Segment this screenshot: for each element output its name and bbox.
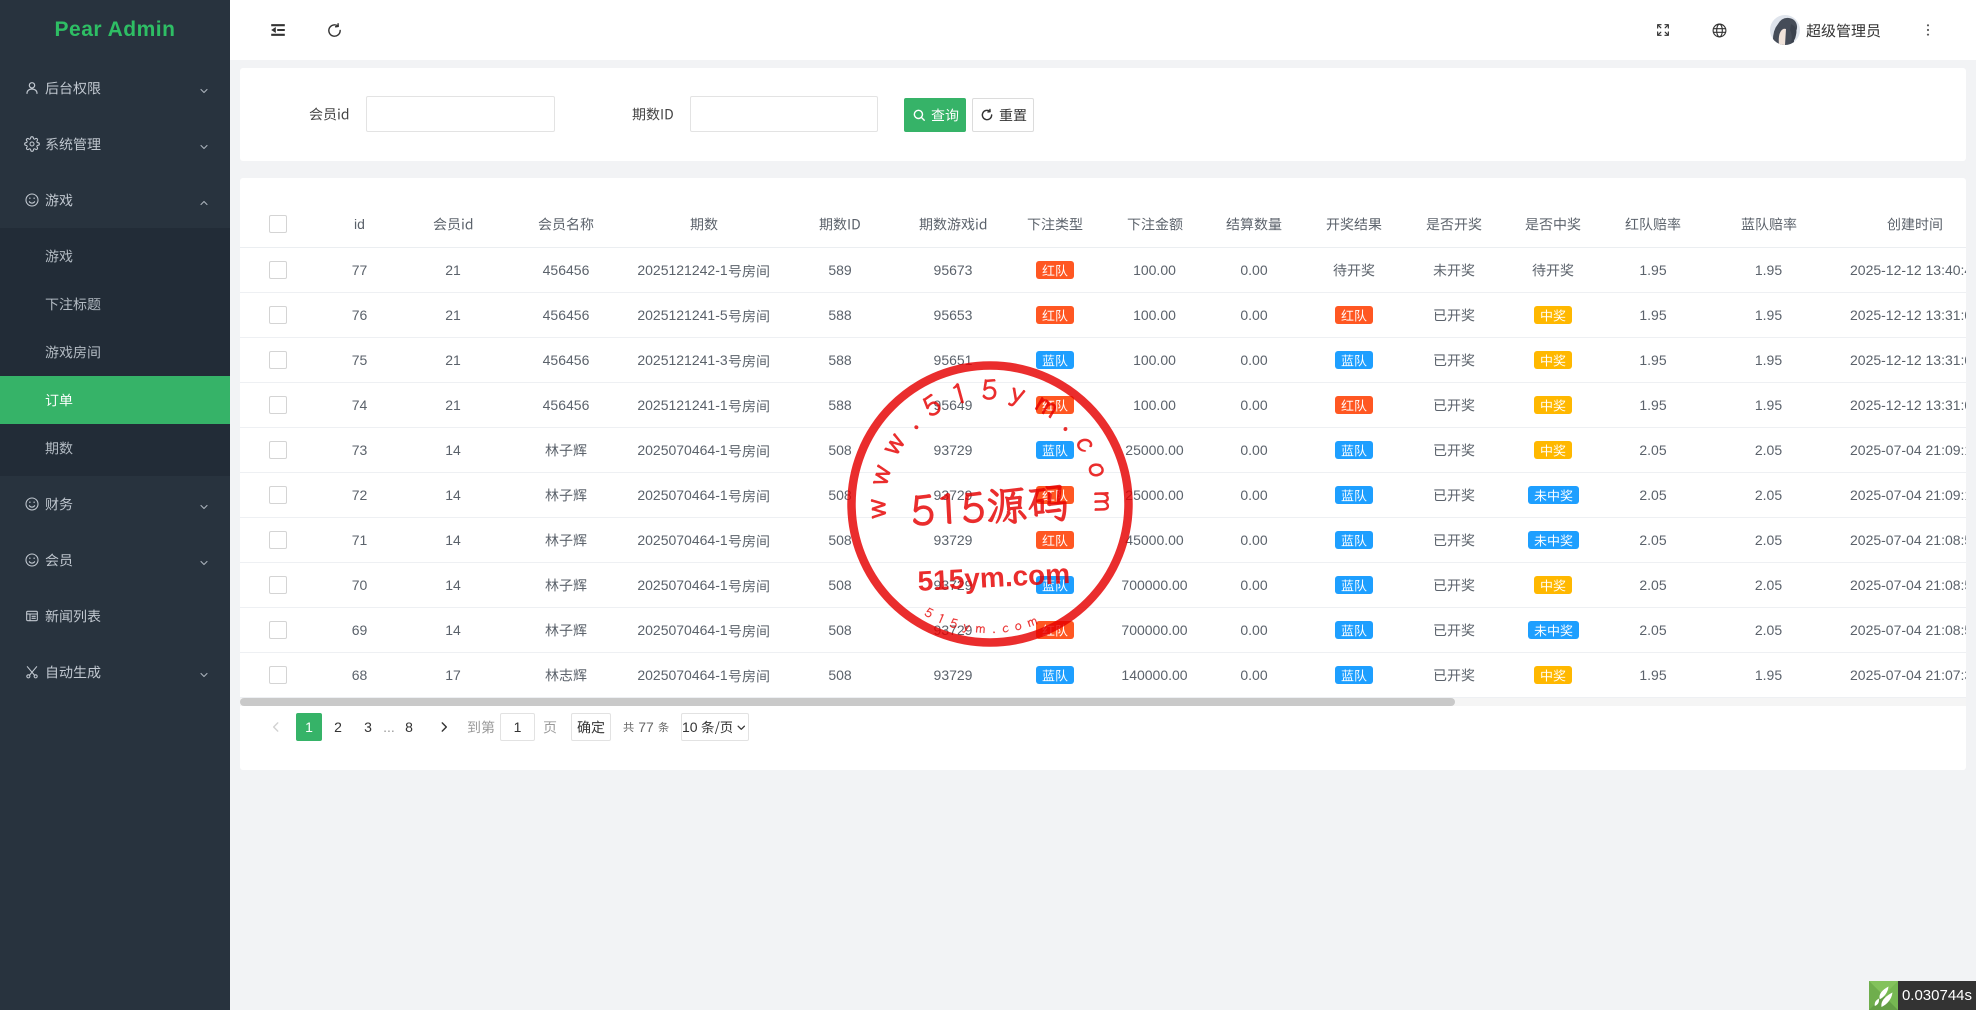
svg-text:515ym.com: 515ym.com [917,558,1071,597]
